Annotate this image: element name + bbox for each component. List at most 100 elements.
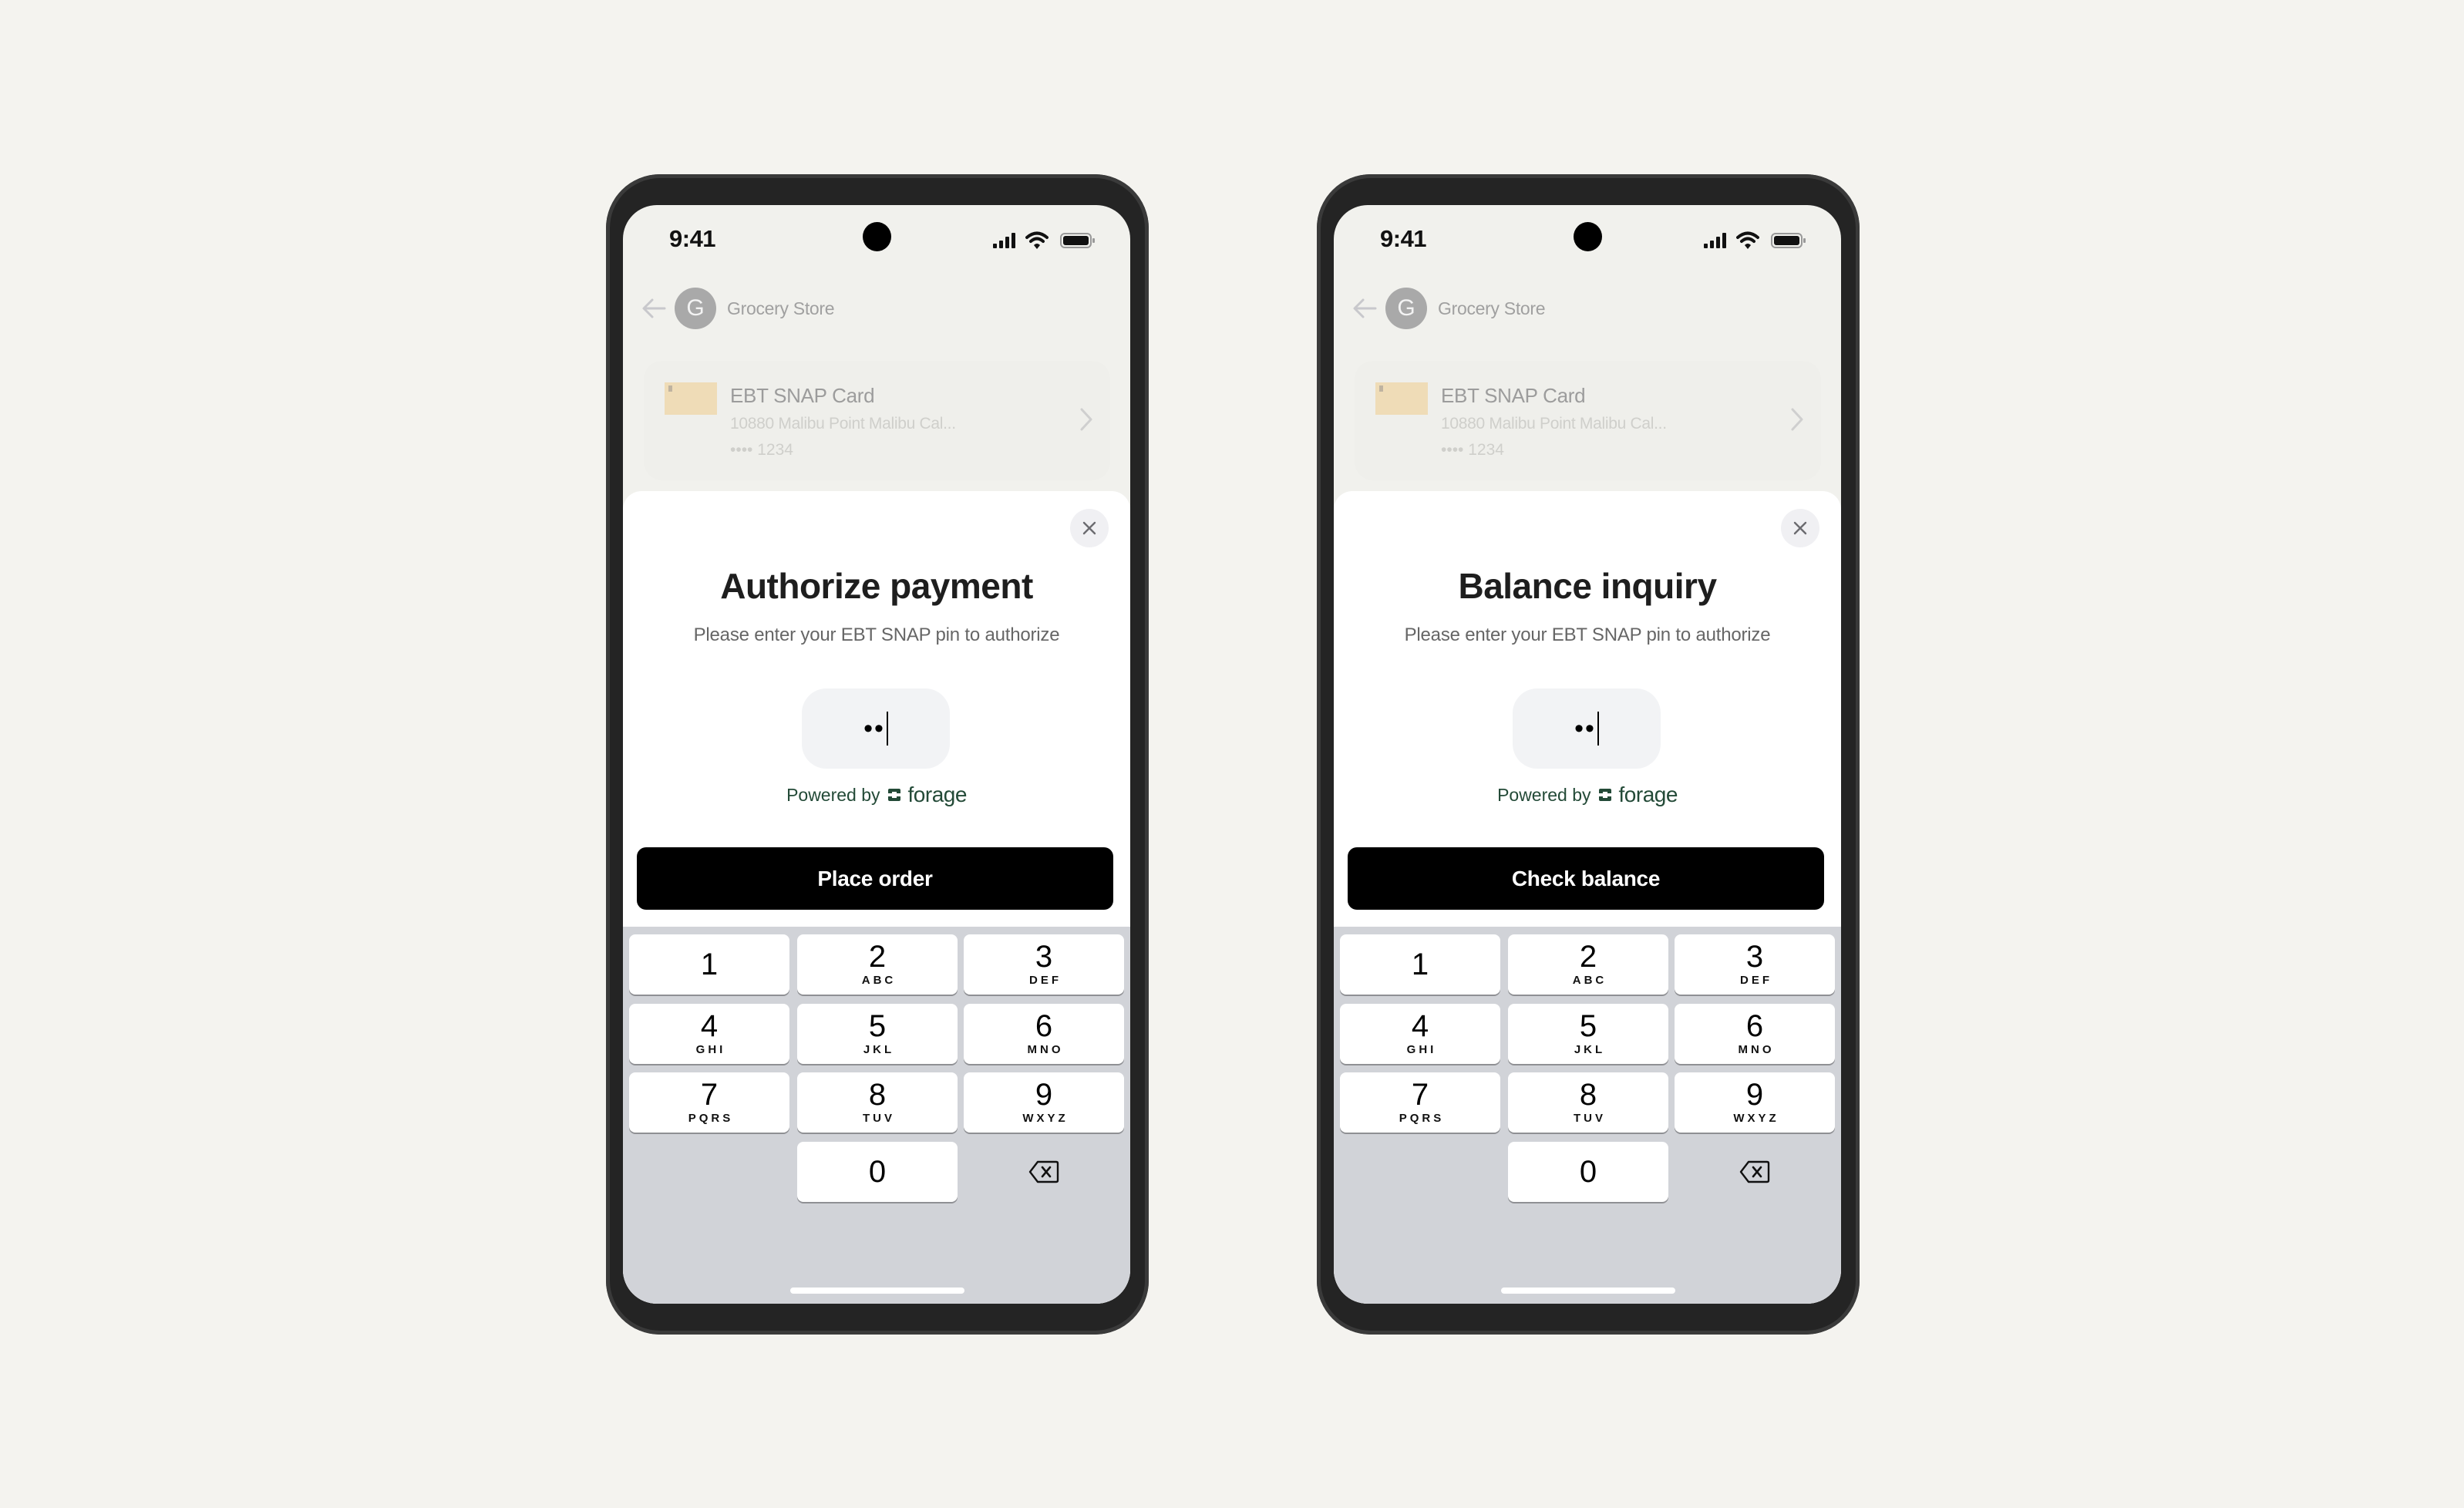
key-letters: PQRS — [688, 1112, 734, 1125]
key-letters: TUV — [863, 1112, 895, 1125]
key-letters: GHI — [1406, 1043, 1437, 1056]
store-avatar: G — [1385, 288, 1427, 329]
camera-cutout — [1574, 222, 1602, 251]
backspace-key[interactable] — [1675, 1142, 1835, 1202]
key-letters: DEF — [1029, 974, 1062, 987]
status-time: 9:41 — [1380, 225, 1427, 252]
powered-by-label: Powered by — [786, 784, 880, 805]
arrow-left-icon[interactable] — [641, 298, 666, 319]
signal-icon — [1704, 233, 1726, 248]
key-letters: ABC — [1572, 974, 1607, 987]
close-icon — [1793, 521, 1807, 535]
sheet-title: Balance inquiry — [1458, 566, 1717, 606]
key-digit: 3 — [1745, 940, 1764, 974]
key-digit: 0 — [1579, 1155, 1597, 1189]
camera-cutout — [863, 222, 891, 251]
key-letters: JKL — [863, 1043, 895, 1056]
key-digit: 2 — [1579, 940, 1597, 974]
key-0[interactable]: 0 — [1508, 1142, 1668, 1202]
phone-screen: 9:41 G Grocery Store EBT SNAP Card 10880… — [623, 205, 1130, 1304]
key-digit: 0 — [868, 1155, 887, 1189]
home-indicator — [790, 1288, 964, 1294]
primary-action-button[interactable]: Check balance — [1348, 847, 1824, 910]
key-letters: PQRS — [1399, 1112, 1445, 1125]
key-digit: 8 — [868, 1078, 887, 1112]
key-0[interactable]: 0 — [797, 1142, 958, 1202]
key-letters: TUV — [1574, 1112, 1606, 1125]
battery-icon — [1771, 233, 1806, 248]
card-address: 10880 Malibu Point Malibu Cal... — [1441, 415, 1667, 433]
card-last4: •••• 1234 — [1441, 441, 1504, 459]
card-title: EBT SNAP Card — [1441, 384, 1586, 407]
key-1[interactable]: 1 — [629, 934, 789, 995]
wifi-icon — [1025, 231, 1049, 249]
key-6[interactable]: 6 MNO — [964, 1004, 1124, 1064]
key-9[interactable]: 9 WXYZ — [964, 1072, 1124, 1133]
card-address: 10880 Malibu Point Malibu Cal... — [730, 415, 956, 433]
pin-value: •• — [1574, 714, 1596, 743]
key-digit: 1 — [1411, 948, 1429, 981]
key-digit: 2 — [868, 940, 887, 974]
close-button[interactable] — [1781, 509, 1819, 547]
store-name: Grocery Store — [727, 298, 835, 318]
key-5[interactable]: 5 JKL — [1508, 1004, 1668, 1064]
ebt-card-image — [1375, 382, 1428, 415]
key-digit: 6 — [1745, 1009, 1764, 1043]
forage-logo-icon — [1598, 789, 1611, 801]
key-8[interactable]: 8 TUV — [797, 1072, 958, 1133]
store-name: Grocery Store — [1438, 298, 1546, 318]
primary-action-button[interactable]: Place order — [637, 847, 1113, 910]
forage-brand: forage — [907, 783, 968, 806]
key-4[interactable]: 4 GHI — [629, 1004, 789, 1064]
pin-sheet: Balance inquiry Please enter your EBT SN… — [1334, 491, 1841, 1304]
close-button[interactable] — [1070, 509, 1109, 547]
key-7[interactable]: 7 PQRS — [629, 1072, 789, 1133]
key-letters: DEF — [1740, 974, 1772, 987]
text-caret — [886, 712, 888, 746]
key-9[interactable]: 9 WXYZ — [1675, 1072, 1835, 1133]
key-digit: 7 — [700, 1078, 719, 1112]
key-digit: 9 — [1745, 1078, 1764, 1112]
arrow-left-icon[interactable] — [1352, 298, 1377, 319]
store-avatar: G — [675, 288, 716, 329]
backspace-key[interactable] — [964, 1142, 1124, 1202]
key-4[interactable]: 4 GHI — [1340, 1004, 1500, 1064]
key-3[interactable]: 3 DEF — [1675, 934, 1835, 995]
pin-input[interactable]: •• — [802, 688, 950, 769]
key-digit: 7 — [1411, 1078, 1429, 1112]
ebt-card-image — [665, 382, 717, 415]
pin-input[interactable]: •• — [1513, 688, 1661, 769]
status-icons — [1704, 228, 1812, 251]
key-1[interactable]: 1 — [1340, 934, 1500, 995]
key-digit: 6 — [1035, 1009, 1053, 1043]
numeric-keypad: 1 2 ABC 3 DEF 4 GHI 5 JKL 6 MNO 7 PQRS 8 TUV 9W… — [1334, 927, 1841, 1304]
key-2[interactable]: 2 ABC — [1508, 934, 1668, 995]
key-digit: 4 — [700, 1009, 719, 1043]
key-digit: 3 — [1035, 940, 1053, 974]
pin-value: •• — [863, 714, 885, 743]
key-5[interactable]: 5 JKL — [797, 1004, 958, 1064]
key-digit: 1 — [700, 948, 719, 981]
battery-icon — [1060, 233, 1095, 248]
key-letters: GHI — [695, 1043, 726, 1056]
phone-screen: 9:41 G Grocery Store EBT SNAP Card 10880… — [1334, 205, 1841, 1304]
key-2[interactable]: 2 ABC — [797, 934, 958, 995]
powered-by-label: Powered by — [1497, 784, 1591, 805]
status-time: 9:41 — [669, 225, 716, 252]
payment-card-row[interactable]: EBT SNAP Card 10880 Malibu Point Malibu … — [1355, 361, 1821, 480]
key-8[interactable]: 8 TUV — [1508, 1072, 1668, 1133]
key-6[interactable]: 6 MNO — [1675, 1004, 1835, 1064]
payment-card-row[interactable]: EBT SNAP Card 10880 Malibu Point Malibu … — [644, 361, 1110, 480]
home-indicator — [1501, 1288, 1675, 1294]
forage-logo-icon — [887, 789, 900, 801]
card-title: EBT SNAP Card — [730, 384, 875, 407]
key-7[interactable]: 7 PQRS — [1340, 1072, 1500, 1133]
key-letters: MNO — [1027, 1043, 1064, 1056]
signal-icon — [993, 233, 1015, 248]
key-3[interactable]: 3 DEF — [964, 934, 1124, 995]
key-digit: 5 — [868, 1009, 887, 1043]
wifi-icon — [1736, 231, 1759, 249]
powered-by-forage: Powered by forage — [623, 783, 1130, 807]
sheet-subtitle: Please enter your EBT SNAP pin to author… — [1404, 624, 1771, 645]
phone-balance-inquiry: 9:41 G Grocery Store EBT SNAP Card 10880… — [1317, 174, 1860, 1335]
